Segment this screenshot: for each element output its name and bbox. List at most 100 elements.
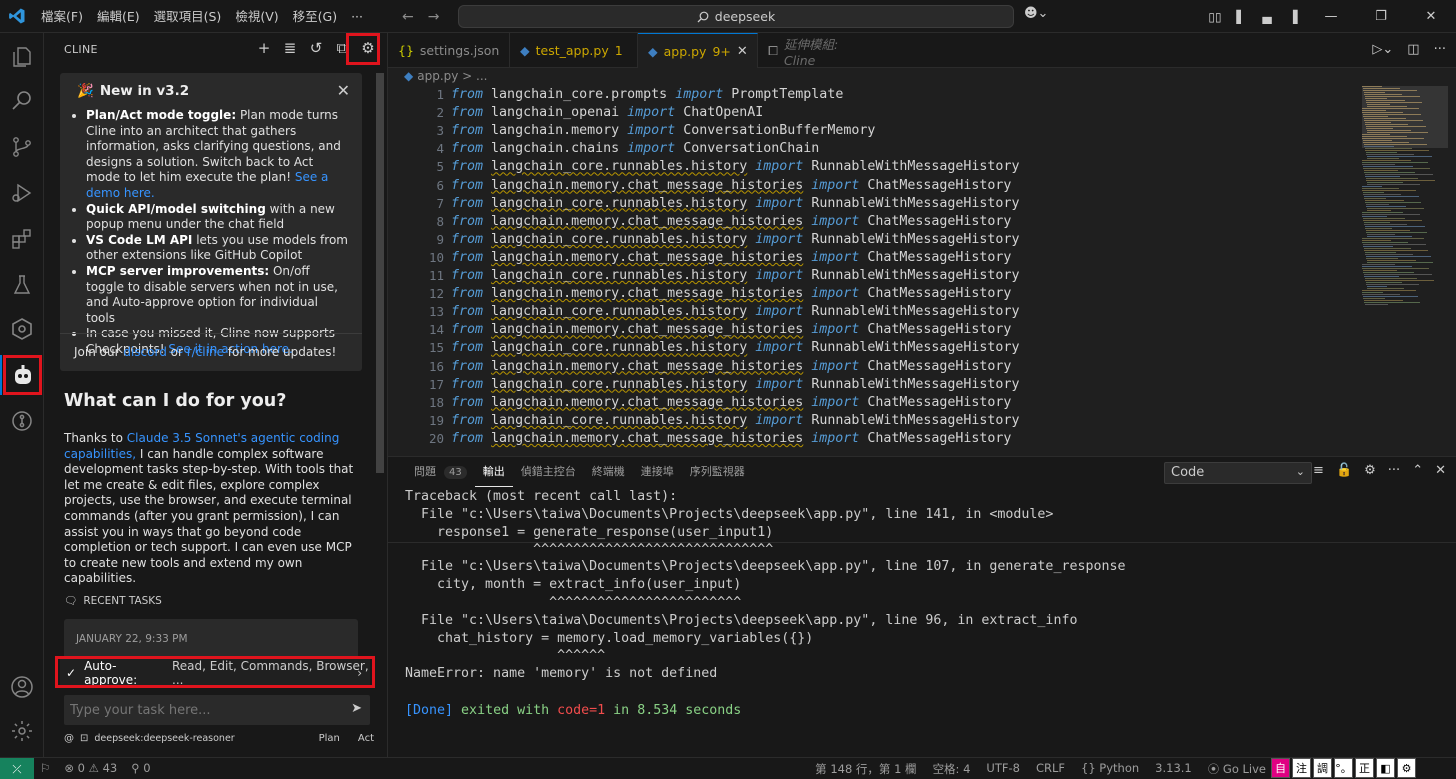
menu-bar: 檔案(F) 編輯(E) 選取項目(S) 檢視(V) 移至(G) ··· [34,0,370,33]
tab-output[interactable]: 輸出 [474,465,513,487]
recent-task-item[interactable]: JANUARY 22, 9:33 PM [64,619,358,659]
plan-mode-button[interactable]: Plan [319,733,340,744]
lock-icon[interactable]: 🔓 [1336,463,1352,478]
indentation[interactable]: 空格: 4 [933,761,971,777]
ime-button[interactable]: 自 [1271,758,1290,778]
cline-robot-icon[interactable] [0,355,44,395]
minimap-line [1362,238,1424,239]
output-channel-select[interactable]: Code ⌄ [1164,462,1312,484]
code-editor[interactable]: 1 from langchain_core.prompts import Prom… [388,86,1358,456]
split-editor-icon[interactable]: ◫ [1407,42,1419,57]
reddit-link[interactable]: r/cline [187,345,224,359]
more-actions-icon[interactable]: ··· [1388,463,1400,478]
discord-link[interactable]: discord [123,345,166,359]
accounts-icon[interactable] [0,667,44,707]
testing-icon[interactable] [0,265,44,305]
menu-go[interactable]: 移至(G) [286,0,344,33]
send-icon[interactable]: ➤ [351,701,362,716]
ime-button[interactable]: °。 [1334,758,1353,778]
camera-icon[interactable]: ⊡ [80,733,88,744]
tab-app-py[interactable]: ◆ app.py 9+ ✕ [638,33,758,68]
extensions-icon[interactable] [0,219,44,259]
tab-debug-console[interactable]: 偵錯主控台 [513,465,584,487]
minimap-viewport[interactable] [1362,86,1448,148]
copilot-icon[interactable]: ☻⌄ [1024,6,1048,21]
settings-gear-icon[interactable]: ⚙ [1364,463,1376,478]
back-arrow-icon[interactable]: ← [402,9,414,25]
menu-edit[interactable]: 編輯(E) [90,0,147,33]
search-view-icon[interactable] [0,81,44,121]
popout-icon[interactable]: ⧉ [333,39,351,57]
filter-icon[interactable]: ≡ [1313,463,1324,478]
mcp-servers-icon[interactable]: ≣ [281,39,299,57]
language-mode[interactable]: {} Python [1081,761,1139,777]
command-center-search[interactable]: deepseek [458,5,1014,28]
cline-scrollbar[interactable] [376,73,384,473]
maximize-panel-icon[interactable]: ⌃ [1412,463,1423,478]
auto-approve-bar[interactable]: ✓ Auto-approve: Read, Edit, Commands, Br… [60,659,370,687]
cline-settings-gear-icon[interactable]: ⚙ [359,39,377,57]
history-icon[interactable]: ↺ [307,39,325,57]
menu-selection[interactable]: 選取項目(S) [147,0,229,33]
act-mode-button[interactable]: Act [358,733,374,744]
tab-settings-json[interactable]: {} settings.json [388,33,510,68]
ime-button[interactable]: ◧ [1376,758,1395,778]
encoding[interactable]: UTF-8 [986,761,1020,777]
toggle-secondary-sidebar-icon[interactable]: ▐ [1282,10,1304,24]
close-announcement-icon[interactable]: ✕ [337,81,350,100]
menu-file[interactable]: 檔案(F) [34,0,90,33]
more-actions-icon[interactable]: ··· [1434,42,1446,57]
tab-ports[interactable]: 連接埠 [633,465,682,487]
remote-indicator-icon[interactable]: ⤫ [0,758,34,779]
line-ending[interactable]: CRLF [1036,761,1065,777]
forward-arrow-icon[interactable]: → [428,9,440,25]
tab-serial-monitor[interactable]: 序列監視器 [682,465,753,487]
code-text: from langchain_core.runnables.history im… [451,195,1020,211]
tab-cline-extension[interactable]: ⧠ 延伸模組: Cline [758,33,876,68]
close-tab-icon[interactable]: ✕ [737,44,748,59]
minimap-line [1366,230,1410,231]
line-number: 2 [436,105,444,121]
close-panel-icon[interactable]: ✕ [1435,463,1446,478]
minimize-button[interactable]: — [1308,9,1354,24]
python-version[interactable]: 3.13.1 [1155,761,1192,777]
go-live-button[interactable]: ⦿ Go Live [1208,761,1266,777]
explorer-icon[interactable] [0,37,44,77]
restore-button[interactable]: ❐ [1358,9,1404,24]
task-input[interactable] [70,702,330,718]
menu-more[interactable]: ··· [344,0,370,33]
minimap-line [1362,240,1391,241]
tab-test-app[interactable]: ◆ test_app.py 1 [510,33,638,68]
checkmark-icon: ✓ [66,666,77,680]
new-task-icon[interactable]: + [255,39,273,57]
run-debug-icon[interactable] [0,173,44,213]
ports-status[interactable]: ⚲ 0 [131,761,150,775]
tab-problems[interactable]: 問題 43 [406,465,475,487]
source-control-icon[interactable] [0,127,44,167]
cursor-position[interactable]: 第 148 行，第 1 欄 [815,761,916,777]
live-share-icon[interactable]: ⚐ [40,761,50,775]
run-python-icon[interactable]: ▷⌄ [1372,42,1393,57]
ime-button[interactable]: 調 [1313,758,1332,778]
minimap-line [1365,228,1392,229]
toggle-sidebar-icon[interactable]: ▌ [1230,10,1252,24]
problems-status[interactable]: ⊗ 0 ⚠ 43 [64,761,117,775]
output-line: city, month = extract_info(user_input) [405,577,742,592]
ime-button[interactable]: ⚙ [1397,758,1416,778]
gitlens-icon[interactable] [0,401,44,441]
tab-terminal[interactable]: 終端機 [584,465,633,487]
at-mention-icon[interactable]: @ [64,733,74,744]
minimap-line [1363,220,1422,221]
toggle-panel-icon[interactable]: ▄ [1256,10,1278,24]
output-line: ^^^^^^^^^^^^^^^^^^^^^^^^^^^^^^ [405,542,774,557]
layout-customize-icon[interactable]: ▯▯ [1204,10,1226,24]
model-selector[interactable]: deepseek:deepseek-reasoner [94,733,234,744]
settings-gear-icon[interactable] [0,711,44,751]
ime-button[interactable]: 注 [1292,758,1311,778]
menu-view[interactable]: 檢視(V) [228,0,285,33]
ime-button[interactable]: 正 [1355,758,1374,778]
task-input-box[interactable]: ➤ [64,695,370,725]
close-window-button[interactable]: ✕ [1408,9,1454,24]
line-number: 8 [436,213,444,229]
remote-explorer-icon[interactable] [0,309,44,349]
